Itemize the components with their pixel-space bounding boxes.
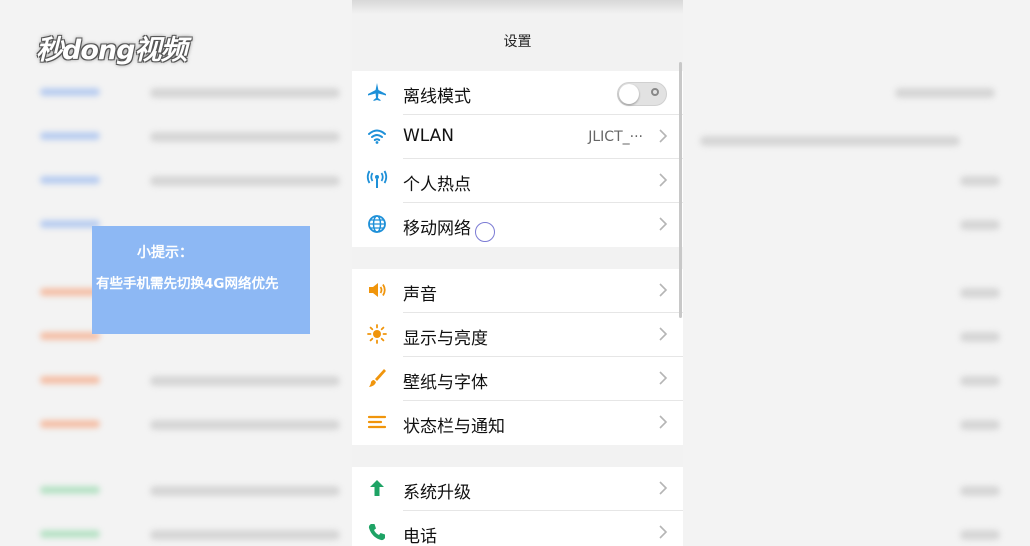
settings-row-system-update[interactable]: 系统升级: [352, 467, 683, 511]
chevron-right-icon: [659, 129, 668, 143]
panel-top-shadow: [352, 0, 683, 14]
settings-row-label: 壁纸与字体: [403, 373, 488, 393]
settings-row-label: 系统升级: [403, 483, 471, 503]
tip-title: 小提示：: [137, 245, 193, 261]
phone-icon: [368, 524, 385, 541]
settings-row-label: 状态栏与通知: [403, 417, 505, 437]
settings-row-statusbar-notifications[interactable]: 状态栏与通知: [352, 401, 683, 445]
menu-lines-icon: [367, 415, 387, 429]
touch-cursor-indicator: [475, 222, 495, 242]
airplane-mode-toggle[interactable]: [617, 82, 667, 106]
chevron-right-icon: [659, 525, 668, 539]
page-title: 设置: [503, 34, 532, 50]
settings-row-wallpaper-font[interactable]: 壁纸与字体: [352, 357, 683, 401]
settings-group-network: 离线模式 WLAN JLICT_··· 个人热点 移动网络: [352, 71, 683, 247]
settings-row-label: 离线模式: [403, 87, 471, 107]
settings-row-label: 声音: [403, 285, 437, 305]
settings-row-hotspot[interactable]: 个人热点: [352, 159, 683, 203]
chevron-right-icon: [659, 217, 668, 231]
settings-row-wlan[interactable]: WLAN JLICT_···: [352, 115, 683, 159]
chevron-right-icon: [659, 371, 668, 385]
settings-row-label: 个人热点: [403, 175, 471, 195]
settings-row-label: 显示与亮度: [403, 329, 488, 349]
chevron-right-icon: [659, 173, 668, 187]
wlan-network-name: JLICT_···: [588, 129, 643, 145]
watermark-logo: 秒dong视频: [36, 35, 187, 66]
sun-icon: [367, 324, 387, 344]
tip-body: 有些手机需先切换4G网络优先: [96, 276, 279, 292]
brush-icon: [369, 369, 386, 387]
tip-box: 小提示： 有些手机需先切换4G网络优先: [92, 226, 310, 334]
settings-row-display-brightness[interactable]: 显示与亮度: [352, 313, 683, 357]
settings-row-phone[interactable]: 电话: [352, 511, 683, 546]
settings-panel: 设置 离线模式 WLAN JLICT_··· 个人热点 移动网络 声音 显示与亮…: [352, 0, 683, 546]
settings-group-personalization: 声音 显示与亮度 壁纸与字体 状态栏与通知: [352, 269, 683, 445]
chevron-right-icon: [659, 415, 668, 429]
wifi-icon: [368, 129, 386, 144]
up-arrow-icon: [370, 480, 384, 496]
scrollbar[interactable]: [679, 62, 682, 318]
speaker-icon: [369, 283, 386, 297]
settings-row-mobile-network[interactable]: 移动网络: [352, 203, 683, 247]
globe-icon: [368, 215, 386, 233]
toggle-off-indicator: [651, 88, 659, 96]
settings-row-label: 移动网络: [403, 219, 471, 239]
toggle-knob: [619, 84, 639, 104]
chevron-right-icon: [659, 481, 668, 495]
settings-row-label: 电话: [403, 527, 437, 546]
settings-row-label: WLAN: [403, 126, 455, 146]
airplane-icon: [368, 83, 386, 101]
settings-row-sound[interactable]: 声音: [352, 269, 683, 313]
hotspot-icon: [366, 170, 388, 188]
settings-row-airplane-mode[interactable]: 离线模式: [352, 71, 683, 115]
settings-group-system: 系统升级 电话: [352, 467, 683, 546]
chevron-right-icon: [659, 283, 668, 297]
chevron-right-icon: [659, 327, 668, 341]
